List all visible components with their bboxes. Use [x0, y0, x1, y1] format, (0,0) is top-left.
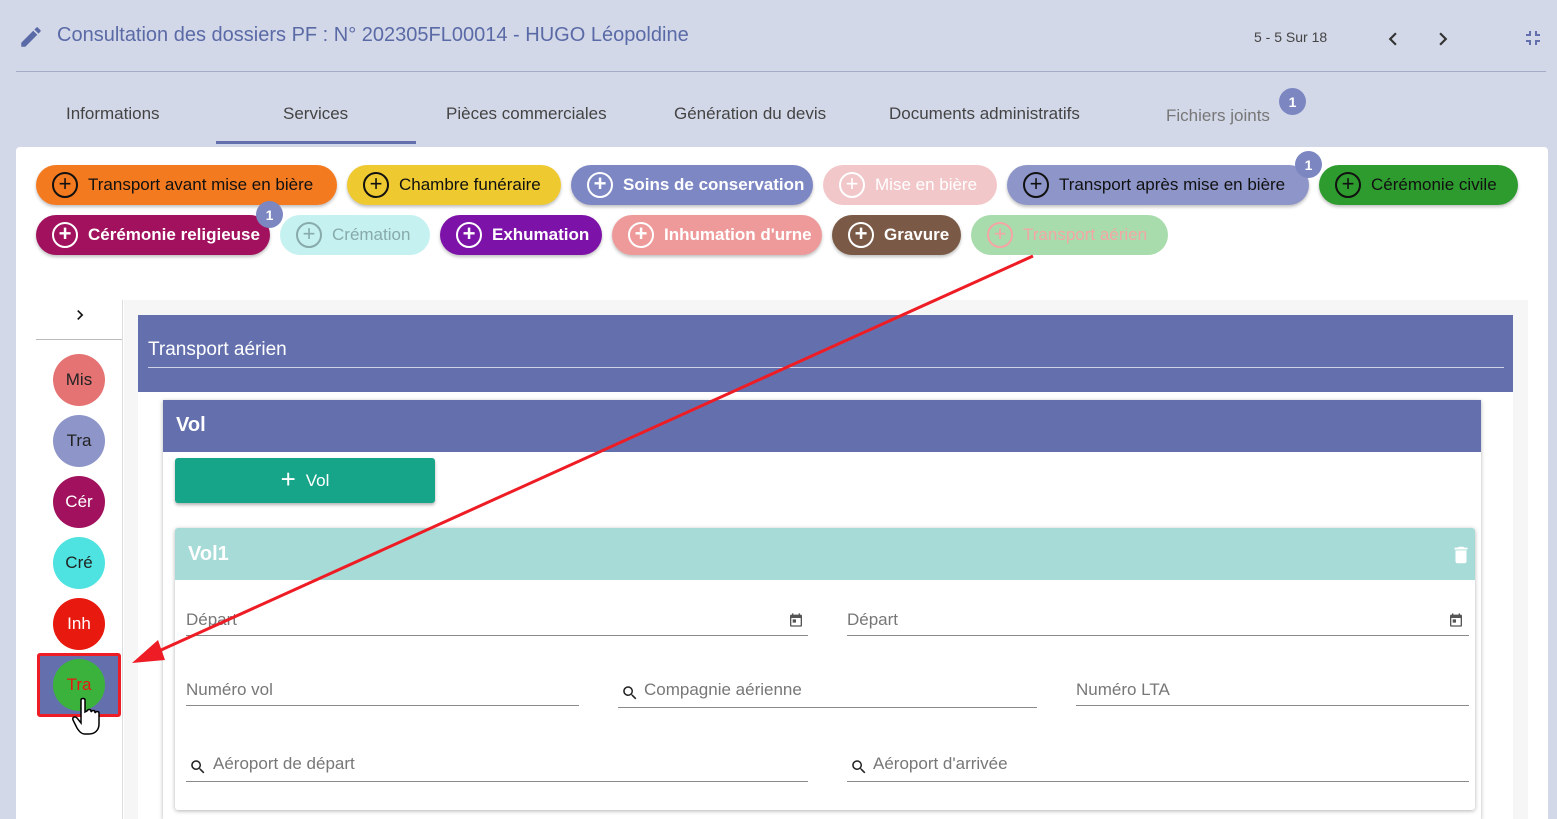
next-record-chevron-icon[interactable] [1430, 24, 1456, 54]
service-chip-ceremonie-religieuse[interactable]: + Cérémonie religieuse [36, 215, 270, 255]
expand-sidebar-chevron-icon[interactable] [70, 305, 90, 325]
calendar-icon[interactable] [788, 612, 804, 628]
service-chip-soins-de-conservation[interactable]: + Soins de conservation [571, 165, 813, 205]
tab-fichiers-joints[interactable]: Fichiers joints [1166, 106, 1270, 126]
plus-icon: + [280, 464, 296, 494]
service-chip-exhumation[interactable]: + Exhumation [440, 215, 602, 255]
tab-services[interactable]: Services [283, 104, 348, 124]
depart-date-field[interactable] [186, 606, 808, 636]
add-circle-icon: + [987, 222, 1013, 248]
add-circle-icon: + [296, 222, 322, 248]
arrivee-date-label: Départ [847, 610, 899, 629]
header-divider [16, 71, 1546, 72]
active-tab-indicator [216, 141, 416, 144]
search-icon [623, 686, 637, 700]
sidebar-border [122, 300, 123, 819]
vol1-card-header [175, 528, 1475, 580]
tab-documents-administratifs[interactable]: Documents administratifs [889, 104, 1080, 124]
service-chip-chambre-funeraire[interactable]: + Chambre funéraire [347, 165, 561, 205]
collapse-fullscreen-icon[interactable] [1521, 26, 1545, 50]
edit-pencil-icon [21, 27, 41, 47]
service-chip-gravure[interactable]: + Gravure [832, 215, 961, 255]
service-chip-cremation[interactable]: + Crémation [280, 215, 430, 255]
previous-record-chevron-icon[interactable] [1380, 24, 1406, 54]
add-circle-icon: + [1023, 172, 1049, 198]
add-circle-icon: + [1335, 172, 1361, 198]
section-title: Transport aérien [148, 339, 287, 360]
sidebar-item-mise-en-biere[interactable]: Mis [53, 354, 105, 406]
section-title-underline [148, 367, 1504, 368]
add-circle-icon: + [628, 222, 654, 248]
page-title: Consultation des dossiers PF : N° 202305… [57, 24, 689, 46]
tab-informations[interactable]: Informations [66, 104, 160, 124]
sidebar-divider [36, 339, 122, 340]
service-chip-transport-avant-mise-en-biere[interactable]: + Transport avant mise en bière [36, 165, 337, 205]
sidebar-item-inhumation[interactable]: Inh [53, 598, 105, 650]
add-circle-icon: + [456, 222, 482, 248]
tab-generation-devis[interactable]: Génération du devis [674, 104, 826, 124]
add-circle-icon: + [587, 172, 613, 198]
service-chip-transport-apres-mise-en-biere[interactable]: + Transport après mise en bière [1007, 165, 1309, 205]
vol1-card-title: Vol1 [188, 543, 229, 565]
service-chip-transport-aerien[interactable]: + Transport aérien [971, 215, 1168, 255]
numero-vol-label: Numéro vol [186, 680, 273, 699]
add-vol-button[interactable]: + Vol [175, 458, 435, 503]
aeroport-arrivee-label: Aéroport d'arrivée [873, 754, 1008, 773]
tab-pieces-commerciales[interactable]: Pièces commerciales [446, 104, 607, 124]
service-count-badge: 1 [1295, 151, 1322, 178]
sidebar-item-transport-apres[interactable]: Tra [53, 415, 105, 467]
service-chip-mise-en-biere[interactable]: + Mise en bière [823, 165, 997, 205]
add-circle-icon: + [52, 222, 78, 248]
search-icon [852, 760, 866, 774]
depart-date-label: Départ [186, 610, 238, 629]
delete-trash-icon[interactable] [1450, 542, 1472, 568]
record-pager: 5 - 5 Sur 18 [1254, 29, 1328, 45]
add-circle-icon: + [363, 172, 389, 198]
arrivee-date-field[interactable] [847, 606, 1469, 636]
vol-card-header [163, 400, 1481, 452]
sidebar-item-transport-aerien[interactable]: Tra [53, 659, 105, 711]
vol-card-title: Vol [176, 414, 206, 436]
add-circle-icon: + [848, 222, 874, 248]
add-circle-icon: + [52, 172, 78, 198]
calendar-icon[interactable] [1448, 612, 1464, 628]
fichiers-joints-count-badge: 1 [1279, 88, 1306, 115]
section-header [138, 315, 1513, 392]
sidebar-item-cremation[interactable]: Cré [53, 537, 105, 589]
search-icon [191, 760, 205, 774]
service-chip-ceremonie-civile[interactable]: + Cérémonie civile [1319, 165, 1518, 205]
sidebar-item-ceremonie-religieuse[interactable]: Cér [53, 476, 105, 528]
aeroport-depart-label: Aéroport de départ [213, 754, 355, 773]
numero-lta-label: Numéro LTA [1076, 680, 1170, 699]
compagnie-aerienne-label: Compagnie aérienne [644, 680, 802, 699]
add-circle-icon: + [839, 172, 865, 198]
service-chip-inhumation-urne[interactable]: + Inhumation d'urne [612, 215, 822, 255]
service-count-badge: 1 [256, 201, 283, 228]
